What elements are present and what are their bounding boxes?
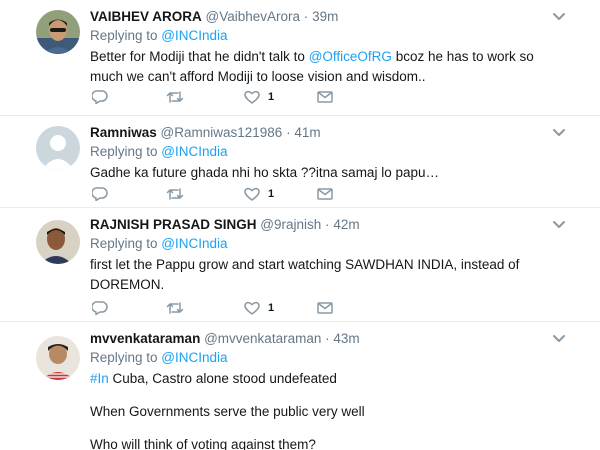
tweet-line: When Governments serve the public very w… xyxy=(90,404,365,419)
tweet-header: VAIBHEV ARORA @VaibhevArora · 39m xyxy=(90,8,560,26)
display-name[interactable]: Ramniwas xyxy=(90,125,157,140)
replying-to: Replying to @INCIndia xyxy=(90,143,560,161)
tweet-actions: 1 xyxy=(92,184,352,204)
direct-message-button[interactable] xyxy=(317,184,333,204)
tweet-text: #In Cuba, Castro alone stood undefeated … xyxy=(90,369,560,450)
user-handle[interactable]: @VaibhevArora xyxy=(206,9,301,24)
like-button[interactable]: 1 xyxy=(244,298,274,318)
envelope-icon xyxy=(317,188,333,200)
replying-to: Replying to @INCIndia xyxy=(90,349,560,367)
mention-link[interactable]: @INCIndia xyxy=(161,28,227,43)
timestamp[interactable]: 41m xyxy=(294,125,320,140)
tweet-header: Ramniwas @Ramniwas121986 · 41m xyxy=(90,124,560,142)
display-name[interactable]: RAJNISH PRASAD SINGH xyxy=(90,217,257,232)
tweet: Ramniwas @Ramniwas121986 · 41m Replying … xyxy=(0,116,600,208)
avatar[interactable] xyxy=(36,220,80,264)
hashtag-link[interactable]: #In xyxy=(90,371,109,386)
like-button[interactable]: 1 xyxy=(244,87,274,107)
retweet-icon xyxy=(166,91,184,103)
tweet-line: #In Cuba, Castro alone stood undefeated xyxy=(90,369,560,389)
reply-icon xyxy=(92,301,108,315)
separator-dot: · xyxy=(325,217,330,232)
chevron-down-icon[interactable] xyxy=(552,220,566,230)
avatar[interactable] xyxy=(36,336,80,380)
separator-dot: · xyxy=(286,125,291,140)
heart-icon xyxy=(244,90,260,104)
tweet-text-part: Cuba, Castro alone stood undefeated xyxy=(108,371,337,386)
timestamp[interactable]: 42m xyxy=(333,217,359,232)
tweet-text: Better for Modiji that he didn't talk to… xyxy=(90,47,560,87)
mention-link[interactable]: @INCIndia xyxy=(161,350,227,365)
reply-button[interactable] xyxy=(92,298,108,318)
retweet-button[interactable] xyxy=(166,87,184,107)
tweet-text: first let the Pappu grow and start watch… xyxy=(90,257,520,292)
user-handle[interactable]: @9rajnish xyxy=(260,217,321,232)
reply-button[interactable] xyxy=(92,184,108,204)
mention-link[interactable]: @OfficeOfRG xyxy=(309,49,392,64)
replying-prefix: Replying to xyxy=(90,28,162,43)
avatar[interactable] xyxy=(36,126,80,170)
heart-icon xyxy=(244,301,260,315)
mention-link[interactable]: @INCIndia xyxy=(161,144,227,159)
separator-dot: · xyxy=(325,331,330,346)
like-count: 1 xyxy=(268,302,275,314)
envelope-icon xyxy=(317,91,333,103)
display-name[interactable]: VAIBHEV ARORA xyxy=(90,9,202,24)
like-count: 1 xyxy=(268,91,275,103)
retweet-button[interactable] xyxy=(166,298,184,318)
avatar[interactable] xyxy=(36,10,80,54)
tweet: VAIBHEV ARORA @VaibhevArora · 39m Replyi… xyxy=(0,0,600,116)
mention-link[interactable]: @INCIndia xyxy=(161,236,227,251)
timestamp[interactable]: 43m xyxy=(333,331,359,346)
reply-icon xyxy=(92,187,108,201)
like-count: 1 xyxy=(268,188,275,200)
like-button[interactable]: 1 xyxy=(244,184,274,204)
tweet-line: Who will think of voting against them? xyxy=(90,437,316,450)
tweet: RAJNISH PRASAD SINGH @9rajnish · 42m Rep… xyxy=(0,208,600,322)
tweet-text: Gadhe ka future ghada nhi ho skta ??itna… xyxy=(90,165,439,180)
retweet-icon xyxy=(166,188,184,200)
tweet-actions: 1 xyxy=(92,87,352,107)
chevron-down-icon[interactable] xyxy=(552,128,566,138)
chevron-down-icon[interactable] xyxy=(552,334,566,344)
tweet: mvvenkataraman @mvvenkataraman · 43m Rep… xyxy=(0,322,600,450)
tweet-actions: 1 xyxy=(92,298,352,318)
replying-to: Replying to @INCIndia xyxy=(90,27,560,45)
retweet-button[interactable] xyxy=(166,184,184,204)
tweet-header: RAJNISH PRASAD SINGH @9rajnish · 42m xyxy=(90,216,560,234)
direct-message-button[interactable] xyxy=(317,87,333,107)
replying-prefix: Replying to xyxy=(90,144,162,159)
replying-prefix: Replying to xyxy=(90,236,162,251)
heart-icon xyxy=(244,187,260,201)
user-handle[interactable]: @Ramniwas121986 xyxy=(161,125,283,140)
replying-to: Replying to @INCIndia xyxy=(90,235,560,253)
user-handle[interactable]: @mvvenkataraman xyxy=(204,331,321,346)
replying-prefix: Replying to xyxy=(90,350,162,365)
tweet-text-part: Better for Modiji that he didn't talk to xyxy=(90,49,309,64)
reply-icon xyxy=(92,90,108,104)
direct-message-button[interactable] xyxy=(317,298,333,318)
envelope-icon xyxy=(317,302,333,314)
tweet-header: mvvenkataraman @mvvenkataraman · 43m xyxy=(90,330,560,348)
chevron-down-icon[interactable] xyxy=(552,12,566,22)
display-name[interactable]: mvvenkataraman xyxy=(90,331,200,346)
reply-button[interactable] xyxy=(92,87,108,107)
timestamp[interactable]: 39m xyxy=(312,9,338,24)
retweet-icon xyxy=(166,302,184,314)
separator-dot: · xyxy=(303,9,309,24)
